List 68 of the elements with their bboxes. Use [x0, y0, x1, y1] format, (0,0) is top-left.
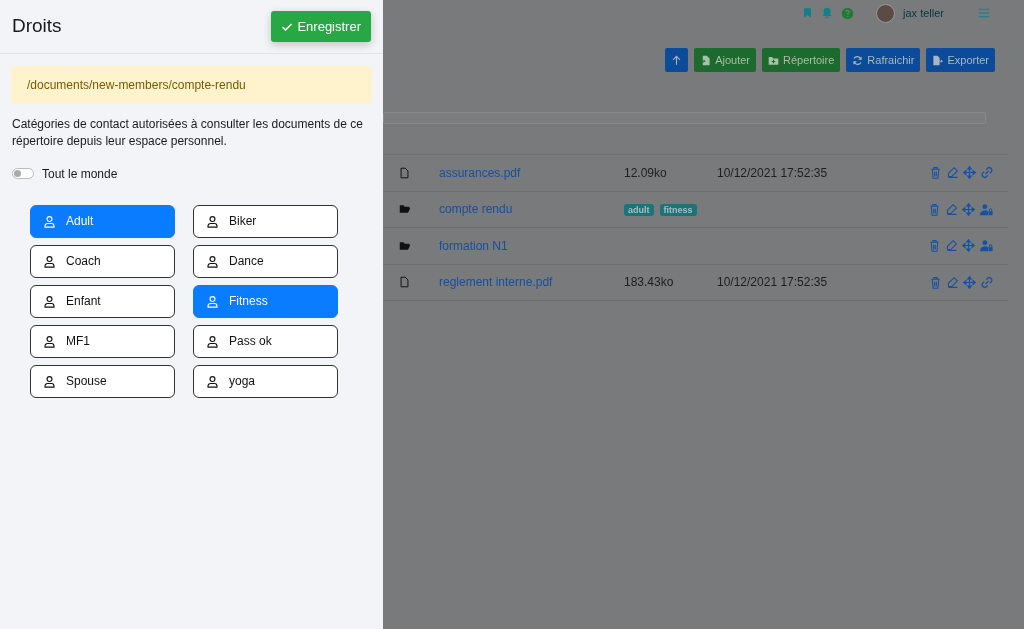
user-lock-icon[interactable]	[979, 239, 994, 253]
description-text: Catégories de contact autorisées à consulter les documents de ce répertoire depuis leur espace personnel.	[11, 116, 364, 151]
category-button[interactable]: Enfant	[30, 284, 175, 318]
export-button[interactable]: Exporter	[926, 48, 995, 72]
refresh-icon	[852, 54, 864, 66]
category-button[interactable]: MF1	[30, 324, 175, 358]
panel-title: Droits	[12, 15, 62, 38]
file-icon	[399, 166, 410, 179]
folder-button[interactable]: Répertoire	[762, 48, 841, 72]
folder-icon	[399, 239, 411, 252]
category-button[interactable]: Coach	[30, 244, 175, 278]
user-name[interactable]: jax teller	[903, 4, 944, 22]
tag-label: fitness	[659, 204, 697, 217]
tag-label: adult	[624, 204, 654, 217]
category-button[interactable]: Biker	[193, 204, 338, 238]
file-date: 10/12/2021 17:52:35	[717, 165, 828, 180]
file-icon	[399, 276, 410, 289]
refresh-button[interactable]: Rafraichir	[846, 48, 921, 72]
toggle-label: Tout le monde	[42, 165, 118, 183]
person-icon	[43, 254, 56, 268]
bookmark-icon	[802, 7, 814, 19]
link-icon[interactable]	[980, 166, 994, 180]
edit-icon[interactable]	[945, 239, 958, 253]
move-icon[interactable]	[963, 166, 976, 180]
person-icon	[206, 374, 219, 388]
category-button[interactable]: yoga	[193, 364, 338, 398]
edit-icon[interactable]	[946, 275, 959, 289]
edit-icon[interactable]	[946, 166, 959, 180]
edit-icon[interactable]	[945, 202, 958, 216]
file-size: 183.43ko	[624, 275, 674, 290]
add-button[interactable]: Ajouter	[694, 48, 756, 72]
delete-icon[interactable]	[929, 275, 942, 289]
help-icon	[841, 6, 855, 20]
folder-plus-icon	[768, 54, 779, 66]
toggle-switch[interactable]	[12, 168, 34, 180]
person-icon	[206, 254, 219, 268]
link-icon[interactable]	[980, 275, 994, 289]
person-icon	[206, 294, 219, 308]
category-button[interactable]: Adult	[30, 204, 175, 238]
move-icon[interactable]	[962, 239, 975, 253]
delete-icon[interactable]	[928, 202, 941, 216]
category-button[interactable]: Fitness	[193, 284, 338, 318]
up-button[interactable]	[665, 48, 689, 72]
folder-icon	[399, 203, 411, 216]
file-size: 12.09ko	[624, 165, 667, 180]
person-icon	[43, 214, 56, 228]
category-button[interactable]: Spouse	[30, 364, 175, 398]
avatar[interactable]	[876, 3, 896, 23]
delete-icon[interactable]	[929, 166, 942, 180]
menu-icon	[978, 7, 990, 19]
file-date: 10/12/2021 17:52:35	[717, 275, 828, 290]
arrow-up-icon	[671, 54, 683, 66]
file-add-icon	[700, 54, 712, 66]
folder-path: /documents/new-members/compte-rendu	[11, 66, 372, 104]
delete-icon[interactable]	[928, 239, 941, 253]
category-button[interactable]: Dance	[193, 244, 338, 278]
save-button[interactable]: Enregistrer	[271, 10, 371, 43]
person-icon	[43, 374, 56, 388]
category-button[interactable]: Pass ok	[193, 324, 338, 358]
user-lock-icon[interactable]	[979, 202, 994, 216]
person-icon	[206, 334, 219, 348]
move-icon[interactable]	[963, 275, 976, 289]
file-export-icon	[932, 54, 944, 66]
bell-icon	[821, 7, 834, 19]
person-icon	[206, 214, 219, 228]
move-icon[interactable]	[962, 202, 975, 216]
person-icon	[43, 334, 56, 348]
person-icon	[43, 294, 56, 308]
